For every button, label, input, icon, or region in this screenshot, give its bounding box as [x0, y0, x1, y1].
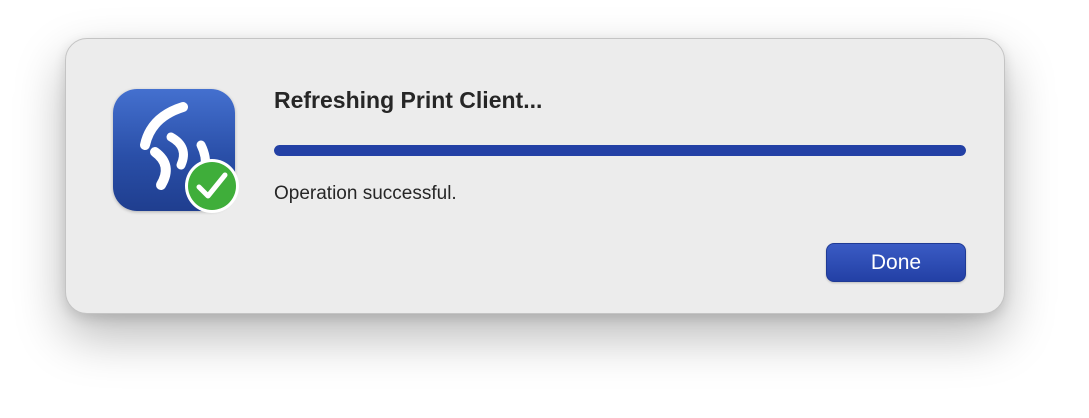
dialog-title: Refreshing Print Client...	[274, 87, 543, 113]
dialog: Refreshing Print Client... Operation suc…	[65, 38, 1005, 314]
done-button[interactable]: Done	[826, 243, 966, 282]
progress-bar-fill	[274, 145, 966, 156]
checkmark-badge-icon	[185, 159, 239, 213]
progress-bar	[274, 145, 966, 156]
status-text: Operation successful.	[274, 183, 457, 204]
